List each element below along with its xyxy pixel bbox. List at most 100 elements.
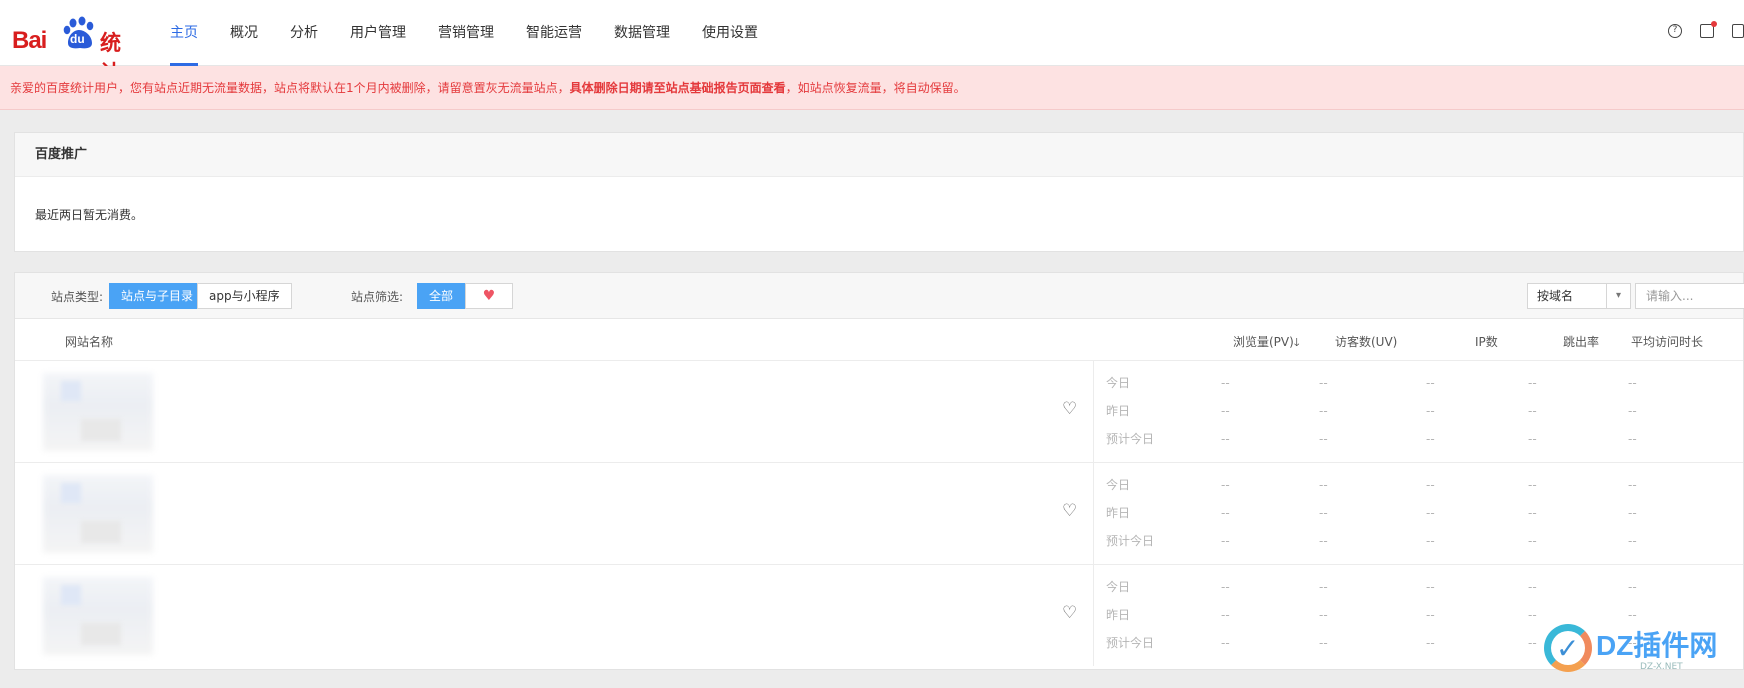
site-rows: ♡ 今日 -- -- -- -- -- 昨日 -- -- -- -- -- 预计今日 -- -- -- -- -- ♡… xyxy=(15,361,1743,667)
pv-header[interactable]: 浏览量(PV)🡓 xyxy=(1233,333,1300,353)
report-icon[interactable] xyxy=(1732,24,1744,38)
metric-value: -- xyxy=(1628,580,1637,594)
metric-value: -- xyxy=(1628,404,1637,418)
nav-item-settings[interactable]: 使用设置 xyxy=(702,0,758,66)
metric-line: 昨日 -- -- -- -- -- xyxy=(1094,499,1744,527)
metric-value: -- xyxy=(1319,376,1328,390)
metric-period-label: 今日 xyxy=(1106,478,1131,492)
metric-value: -- xyxy=(1426,534,1435,548)
domain-select-value: 按域名 xyxy=(1537,289,1574,303)
nav-item-smart-operations[interactable]: 智能运营 xyxy=(526,0,582,66)
metric-value: -- xyxy=(1426,478,1435,492)
pv-header-label: 浏览量(PV) xyxy=(1233,335,1294,349)
nav-item-home[interactable]: 主页 xyxy=(170,0,198,66)
metric-value: -- xyxy=(1426,404,1435,418)
site-type-sites-button[interactable]: 站点与子目录 xyxy=(109,283,206,309)
metric-value: -- xyxy=(1628,432,1637,446)
site-filter-all-button[interactable]: 全部 xyxy=(417,283,466,309)
search-input[interactable] xyxy=(1635,283,1744,309)
metric-value: -- xyxy=(1426,506,1435,520)
metric-line: 今日 -- -- -- -- -- xyxy=(1094,471,1744,499)
uv-header[interactable]: 访客数(UV) xyxy=(1335,333,1397,350)
nav-item-data-management[interactable]: 数据管理 xyxy=(614,0,670,66)
metric-value: -- xyxy=(1221,376,1230,390)
chevron-down-icon: ▾ xyxy=(1606,284,1630,308)
favorite-heart-icon[interactable]: ♡ xyxy=(1062,501,1077,521)
mail-icon[interactable] xyxy=(1700,21,1717,38)
redacted-site-favicon xyxy=(61,483,81,503)
site-type-app-button[interactable]: app与小程序 xyxy=(197,283,292,309)
metric-value: -- xyxy=(1528,506,1537,520)
metric-period-label: 昨日 xyxy=(1106,608,1131,622)
metric-value: -- xyxy=(1528,534,1537,548)
baidu-promotion-card: 百度推广 最近两日暂无消费。 xyxy=(14,132,1744,252)
metric-value: -- xyxy=(1319,404,1328,418)
traffic-alert-banner: 亲爱的百度统计用户，您有站点近期无流量数据，站点将默认在1个月内被删除，请留意置… xyxy=(0,66,1744,110)
redacted-site-url xyxy=(81,419,121,441)
top-icons: ? xyxy=(1668,21,1744,38)
site-name-header: 网站名称 xyxy=(65,335,114,349)
metric-value: -- xyxy=(1319,608,1328,622)
help-icon[interactable]: ? xyxy=(1668,24,1682,38)
metric-value: -- xyxy=(1221,608,1230,622)
avg-duration-header[interactable]: 平均访问时长 xyxy=(1631,333,1703,350)
metric-value: -- xyxy=(1628,376,1637,390)
metric-line: 预计今日 -- -- -- -- -- xyxy=(1094,425,1744,453)
table-row: ♡ 今日 -- -- -- -- -- 昨日 -- -- -- -- -- 预计今日 -- -- -- -- -- xyxy=(15,565,1743,667)
metric-value: -- xyxy=(1221,432,1230,446)
sort-down-icon: 🡓 xyxy=(1293,336,1300,349)
heart-icon: ♥ xyxy=(482,288,496,304)
ip-header[interactable]: IP数 xyxy=(1475,333,1498,350)
metric-value: -- xyxy=(1319,636,1328,650)
dz-watermark: ✓ DZ插件网 DZ-X.NET xyxy=(1540,620,1740,680)
site-metrics: 今日 -- -- -- -- -- 昨日 -- -- -- -- -- 预计今日 -- -- -- -- -- xyxy=(1093,361,1744,462)
metric-value: -- xyxy=(1426,432,1435,446)
metric-value: -- xyxy=(1426,580,1435,594)
table-row: ♡ 今日 -- -- -- -- -- 昨日 -- -- -- -- -- 预计今日 -- -- -- -- -- xyxy=(15,463,1743,565)
metric-value: -- xyxy=(1319,478,1328,492)
metric-line: 今日 -- -- -- -- -- xyxy=(1094,369,1744,397)
logo-du: du xyxy=(70,32,85,46)
redacted-site-favicon xyxy=(61,585,81,605)
nav-item-analysis[interactable]: 分析 xyxy=(290,0,318,66)
watermark-text: DZ插件网 xyxy=(1596,630,1718,661)
metric-value: -- xyxy=(1221,636,1230,650)
nav-item-overview[interactable]: 概况 xyxy=(230,0,258,66)
nav-item-marketing-management[interactable]: 营销管理 xyxy=(438,0,494,66)
table-header: 网站名称 浏览量(PV)🡓 访客数(UV) IP数 跳出率 平均访问时长 xyxy=(15,319,1743,361)
redacted-site-url xyxy=(81,623,121,645)
domain-select[interactable]: 按域名 ▾ xyxy=(1527,283,1631,309)
check-icon: ✓ xyxy=(1556,632,1580,665)
metric-value: -- xyxy=(1628,506,1637,520)
metric-period-label: 昨日 xyxy=(1106,404,1131,418)
notification-dot xyxy=(1711,21,1717,27)
metric-value: -- xyxy=(1528,636,1537,650)
bounce-rate-header[interactable]: 跳出率 xyxy=(1563,333,1599,350)
metric-value: -- xyxy=(1319,534,1328,548)
metric-value: -- xyxy=(1319,506,1328,520)
site-type-label: 站点类型: xyxy=(51,290,104,304)
baidu-tongji-logo[interactable]: Bai du 统计 xyxy=(12,13,132,85)
alert-text-after: ，如站点恢复流量，将自动保留。 xyxy=(785,81,966,95)
metric-line: 预计今日 -- -- -- -- -- xyxy=(1094,527,1744,555)
metric-period-label: 预计今日 xyxy=(1106,636,1155,650)
favorite-heart-icon[interactable]: ♡ xyxy=(1062,399,1077,419)
alert-bold-link[interactable]: 具体删除日期请至站点基础报告页面查看 xyxy=(570,81,786,95)
main-nav: 主页 概况 分析 用户管理 营销管理 智能运营 数据管理 使用设置 xyxy=(170,0,790,66)
metric-value: -- xyxy=(1221,478,1230,492)
logo-bai: Bai xyxy=(12,27,47,54)
site-filter-label: 站点筛选: xyxy=(351,290,404,304)
metric-value: -- xyxy=(1628,478,1637,492)
metric-value: -- xyxy=(1628,534,1637,548)
promo-title: 百度推广 xyxy=(15,133,1743,177)
site-metrics: 今日 -- -- -- -- -- 昨日 -- -- -- -- -- 预计今日 -- -- -- -- -- xyxy=(1093,463,1744,564)
metric-value: -- xyxy=(1426,608,1435,622)
metric-period-label: 预计今日 xyxy=(1106,534,1155,548)
site-filter-favorite-button[interactable]: ♥ xyxy=(465,283,513,309)
nav-item-user-management[interactable]: 用户管理 xyxy=(350,0,406,66)
favorite-heart-icon[interactable]: ♡ xyxy=(1062,603,1077,623)
metric-value: -- xyxy=(1528,404,1537,418)
watermark-subtext: DZ-X.NET xyxy=(1640,662,1683,672)
metric-value: -- xyxy=(1221,506,1230,520)
metric-value: -- xyxy=(1528,580,1537,594)
